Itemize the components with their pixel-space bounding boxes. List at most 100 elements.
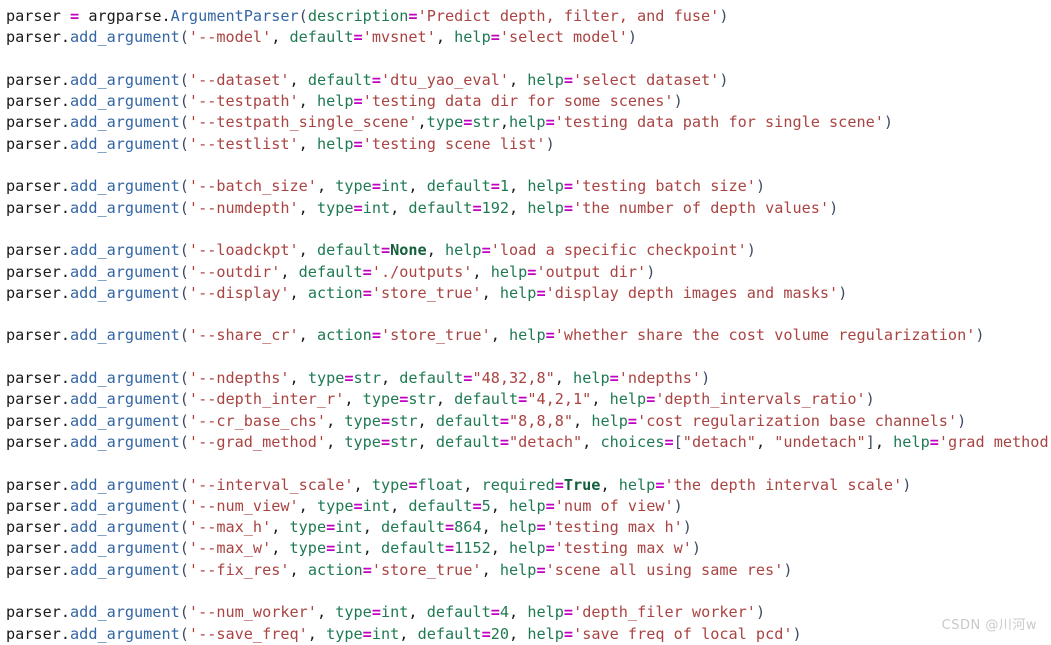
code-token: parser — [6, 539, 61, 558]
code-token: = — [499, 432, 510, 451]
code-token: = — [563, 198, 574, 217]
code-line[interactable]: parser = argparse.ArgumentParser(descrip… — [6, 6, 1051, 27]
code-token: int — [380, 603, 409, 622]
code-token: default — [298, 262, 363, 281]
code-token: 'the depth interval scale' — [664, 475, 903, 494]
code-token: 5 — [481, 496, 491, 515]
code-token: ( — [179, 28, 189, 47]
code-line[interactable]: parser.add_argument('--interval_scale', … — [6, 475, 1051, 496]
code-token: add_argument — [70, 369, 180, 388]
code-token: = — [326, 539, 336, 558]
code-token: help — [490, 262, 528, 281]
code-token: type — [344, 432, 381, 451]
code-token: parser — [6, 411, 61, 430]
code-token: = — [490, 28, 500, 47]
code-line[interactable]: parser.add_argument('--max_h', type=int,… — [6, 517, 1051, 538]
code-token: = — [353, 496, 363, 515]
code-line-blank[interactable] — [6, 219, 1051, 240]
code-token: . — [60, 326, 71, 345]
code-line[interactable]: parser.add_argument('--grad_method', typ… — [6, 432, 1051, 453]
code-token: ) — [829, 198, 839, 217]
code-token: ( — [179, 177, 189, 196]
code-token: ( — [179, 92, 189, 111]
code-line[interactable]: parser.add_argument('--testpath_single_s… — [6, 112, 1051, 133]
code-token: 20 — [490, 624, 510, 643]
code-lines-container[interactable]: parser = argparse.ArgumentParser(descrip… — [6, 6, 1051, 645]
code-token: '--grad_method' — [188, 432, 327, 451]
code-line[interactable]: parser.add_argument('--num_view', type=i… — [6, 496, 1051, 517]
code-line[interactable]: parser.add_argument('--numdepth', type=i… — [6, 198, 1051, 219]
code-token: = — [481, 241, 491, 260]
code-token: , — [271, 28, 290, 47]
code-line[interactable]: parser.add_argument('--ndepths', type=st… — [6, 368, 1051, 389]
code-token: action — [307, 560, 363, 579]
code-token: 'depth_filer worker' — [573, 603, 756, 622]
code-token: add_argument — [70, 539, 180, 558]
code-token: , — [298, 326, 317, 345]
code-token: ( — [179, 198, 189, 217]
code-token: , — [490, 496, 510, 515]
code-token: action — [316, 326, 372, 345]
code-line[interactable]: parser.add_argument('--testpath', help='… — [6, 91, 1051, 112]
code-line[interactable]: parser.add_argument('--depth_inter_r', t… — [6, 389, 1051, 410]
code-token: = — [664, 432, 674, 451]
code-token: ) — [865, 390, 875, 409]
code-token: type — [307, 369, 345, 388]
code-line[interactable]: parser.add_argument('--share_cr', action… — [6, 325, 1051, 346]
code-token: str — [390, 411, 418, 430]
code-token: 'select dataset' — [573, 70, 720, 89]
code-line-blank[interactable] — [6, 49, 1051, 70]
code-viewer[interactable]: parser = argparse.ArgumentParser(descrip… — [0, 0, 1051, 643]
code-token: add_argument — [70, 518, 180, 537]
code-token: , — [481, 283, 500, 302]
code-token: "48,32,8" — [472, 369, 555, 388]
code-token: = — [362, 560, 372, 579]
code-line[interactable]: parser.add_argument('--display', action=… — [6, 283, 1051, 304]
code-token: str — [353, 369, 381, 388]
code-token: , — [417, 113, 427, 132]
code-token: default — [316, 241, 381, 260]
code-token: ) — [792, 624, 802, 643]
code-token: help — [573, 369, 610, 388]
code-token: ( — [179, 326, 189, 345]
code-token: , — [417, 411, 436, 430]
code-token: = — [545, 326, 555, 345]
code-token: add_argument — [70, 475, 180, 494]
code-token: ) — [682, 518, 692, 537]
code-line[interactable]: parser.add_argument('--batch_size', type… — [6, 176, 1051, 197]
code-line[interactable]: parser.add_argument('--fix_res', action=… — [6, 560, 1051, 581]
code-line[interactable]: parser.add_argument('--save_freq', type=… — [6, 624, 1051, 645]
code-token: type — [335, 177, 372, 196]
code-token: 'save freq of local pcd' — [573, 624, 793, 643]
code-line-blank[interactable] — [6, 347, 1051, 368]
code-token: , — [490, 539, 510, 558]
code-line[interactable]: parser.add_argument('--outdir', default=… — [6, 262, 1051, 283]
code-line-blank[interactable] — [6, 155, 1051, 176]
code-token: parser — [6, 390, 61, 409]
code-token: , — [271, 518, 290, 537]
code-token: ) — [691, 539, 702, 558]
code-token: = — [518, 390, 528, 409]
code-line[interactable]: parser.add_argument('--loadckpt', defaul… — [6, 240, 1051, 261]
code-token: , — [353, 475, 372, 494]
code-line-blank[interactable] — [6, 304, 1051, 325]
code-line[interactable]: parser.add_argument('--num_worker', type… — [6, 602, 1051, 623]
code-line[interactable]: parser.add_argument('--dataset', default… — [6, 70, 1051, 91]
code-token: = — [353, 28, 363, 47]
code-line[interactable]: parser.add_argument('--model', default='… — [6, 27, 1051, 48]
code-token: ( — [179, 241, 189, 260]
code-token: , — [554, 369, 574, 388]
code-token: default — [417, 624, 482, 643]
code-line-blank[interactable] — [6, 581, 1051, 602]
code-token: ( — [179, 539, 189, 558]
code-line[interactable]: parser.add_argument('--max_w', type=int,… — [6, 538, 1051, 559]
code-line[interactable]: parser.add_argument('--testlist', help='… — [6, 134, 1051, 155]
code-line-blank[interactable] — [6, 453, 1051, 474]
code-token: , — [600, 475, 619, 494]
code-token: = — [563, 70, 574, 89]
code-token: help — [316, 134, 354, 153]
code-token: ( — [298, 7, 308, 25]
code-token: '--loadckpt' — [188, 241, 299, 260]
code-token: add_argument — [70, 432, 180, 451]
code-line[interactable]: parser.add_argument('--cr_base_chs', typ… — [6, 411, 1051, 432]
